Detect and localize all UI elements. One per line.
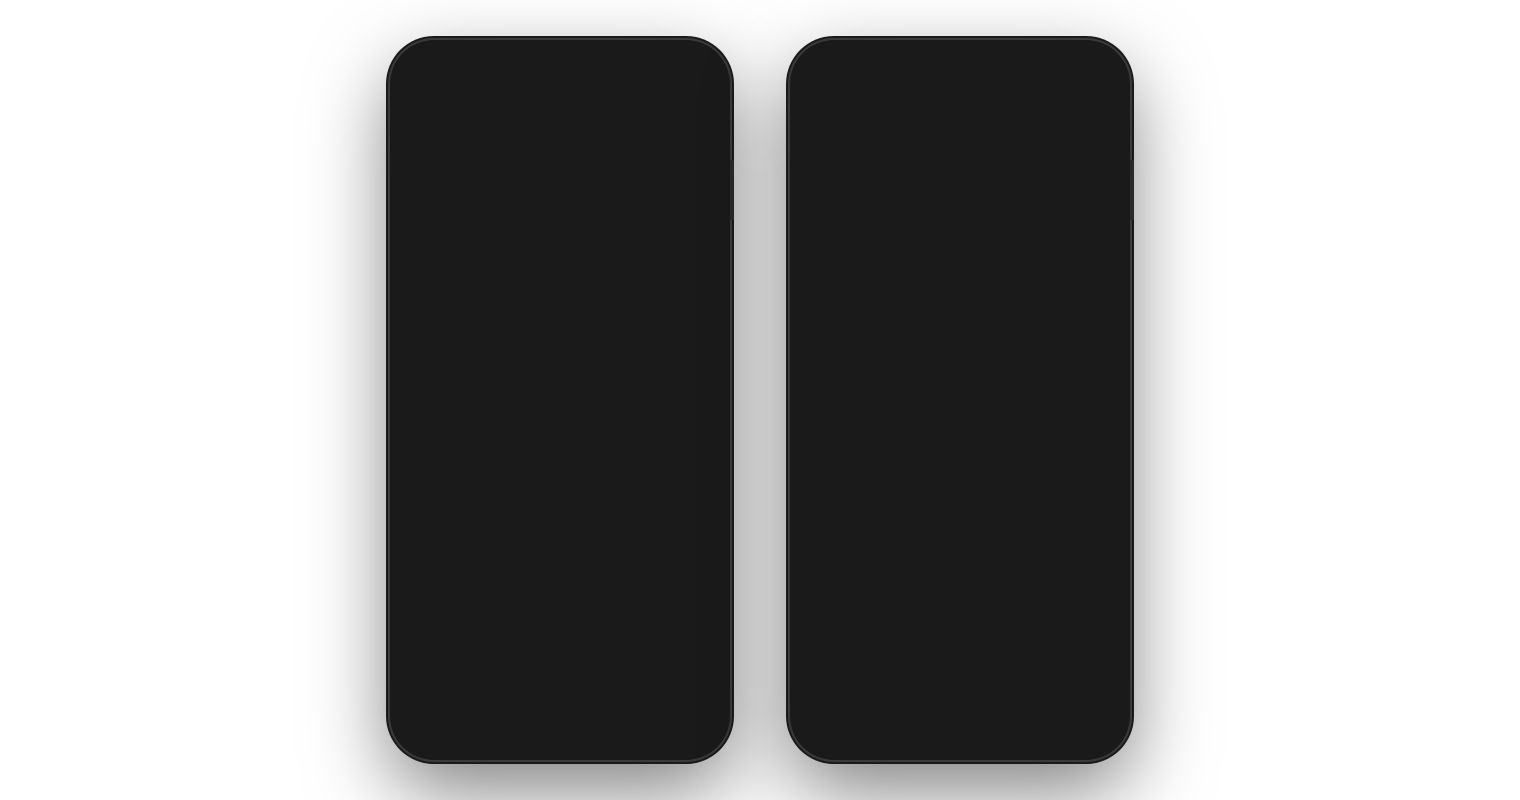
- right-screen-content: Sponsored ⌄ 👍 22K 💬 780 ➤ 52: [798, 54, 1122, 746]
- left-comment-preview: ♪ Andrius Schneid: [410, 575, 642, 611]
- right-comment-input[interactable]: Add Comment...: [822, 701, 923, 717]
- right-like-count: 22K: [1077, 396, 1099, 410]
- right-user-name-row: Paula García ✓ · Follow: [854, 551, 1014, 567]
- comment-button[interactable]: 💬: [666, 426, 710, 470]
- like-group: 👍 22K: [666, 348, 710, 410]
- left-ad-dropdown-icon[interactable]: ⌄: [645, 650, 658, 670]
- right-like-button[interactable]: 👍: [1066, 348, 1110, 392]
- right-comment-avatar: ♪: [822, 656, 846, 680]
- right-bottom-row: ♪ Vinyet Roux · Or •••: [810, 650, 1110, 686]
- right-verified-icon: ✓: [943, 552, 953, 566]
- left-privacy-label: Public: [469, 532, 502, 546]
- right-follow-button[interactable]: Follow: [970, 551, 1014, 567]
- left-avatar[interactable]: [410, 513, 446, 549]
- right-share-group: ➤ 52: [1066, 504, 1110, 566]
- left-caption: Perfect for casual lunch dates: [410, 553, 652, 571]
- phone-left: 👍 22K 💬 780 ➤ 52: [390, 40, 730, 760]
- left-music-icon: ♪: [431, 587, 437, 599]
- left-user-info: Paula García ✓ · Follow 🌐 Public Perfect: [410, 513, 652, 571]
- left-action-buttons: 👍 22K 💬 780 ➤ 52: [666, 348, 710, 566]
- left-screen-content: 👍 22K 💬 780 ➤ 52: [398, 54, 722, 746]
- right-privacy-label: Public: [869, 567, 902, 581]
- right-comment-bubble: ♪ Vinyet Roux · Or: [810, 650, 1066, 686]
- left-user-name-row: Paula García ✓ · Follow: [454, 516, 614, 532]
- left-user-name: Paula García: [454, 516, 539, 532]
- right-share-count: 52: [1081, 552, 1094, 566]
- right-like-group: 👍 22K: [1066, 348, 1110, 410]
- right-comment-bar: Add Comment...: [806, 686, 1114, 732]
- left-ad-icon: 🎄: [420, 642, 456, 678]
- right-caption: Perfect for casual lunch dates: [810, 588, 1052, 606]
- sponsored-label: Sponsored: [1018, 77, 1081, 92]
- like-button[interactable]: 👍: [666, 348, 710, 392]
- right-user-row: Paula García ✓ · Follow 🌐 Public: [810, 548, 1052, 584]
- right-user-details: Paula García ✓ · Follow 🌐 Public: [854, 551, 1014, 581]
- right-comment-count: 780: [1078, 474, 1098, 488]
- left-comment-bubble: ♪ Andrius Schneid: [410, 575, 642, 611]
- right-public-badge: 🌐 Public: [854, 567, 1014, 581]
- right-share-button[interactable]: ➤: [1066, 504, 1110, 548]
- phone-left-screen: 👍 22K 💬 780 ➤ 52: [398, 54, 722, 746]
- right-action-buttons: 👍 22K 💬 780 ➤ 52: [1066, 348, 1110, 566]
- left-user-row: Paula García ✓ · Follow 🌐 Public: [410, 513, 652, 549]
- left-user-details: Paula García ✓ · Follow 🌐 Public: [454, 516, 614, 546]
- left-comment-bar: Add Comment...: [406, 686, 714, 732]
- left-separator: ·: [559, 516, 564, 532]
- share-group: ➤ 52: [666, 504, 710, 566]
- left-ads-support-text: Ads support Paula García: [410, 618, 710, 630]
- right-separator: ·: [959, 551, 964, 567]
- right-user-info: Paula García ✓ · Follow 🌐 Public Perfect: [810, 548, 1052, 606]
- right-user-name: Paula García: [854, 551, 939, 567]
- left-ad-separator: ·: [520, 647, 528, 662]
- right-more-button[interactable]: •••: [1074, 650, 1110, 686]
- left-ads-row: Ads support Paula García 🎄 Jasper's · Sp…: [410, 618, 710, 686]
- left-more-button[interactable]: •••: [674, 642, 710, 678]
- phone-right-screen: Sponsored ⌄ 👍 22K 💬 780 ➤ 52: [798, 54, 1122, 746]
- phone-right: Sponsored ⌄ 👍 22K 💬 780 ➤ 52: [790, 40, 1130, 760]
- right-comment-text: Vinyet Roux · Or: [852, 661, 940, 675]
- left-ad-name: Jasper's · Sponsored: [464, 647, 637, 662]
- sponsored-badge: Sponsored ⌄: [1012, 74, 1102, 94]
- left-follow-button[interactable]: Follow: [570, 516, 614, 532]
- comment-count: 780: [678, 474, 698, 488]
- share-count: 52: [681, 552, 694, 566]
- right-comment-button[interactable]: 💬: [1066, 426, 1110, 470]
- comment-group: 💬 780: [666, 426, 710, 488]
- sugar-effect: [398, 54, 722, 331]
- sponsored-chevron-icon: ⌄: [1085, 76, 1096, 92]
- left-ad-info: Jasper's · Sponsored Best place to buy f…: [464, 647, 637, 674]
- left-ad-desc: Best place to buy fresh grocery...: [464, 662, 637, 674]
- share-button[interactable]: ➤: [666, 504, 710, 548]
- right-comment-group: 💬 780: [1066, 426, 1110, 488]
- right-music-icon: ♪: [831, 662, 837, 674]
- left-comment-input[interactable]: Add Comment...: [422, 701, 523, 717]
- left-comment-avatar: ♪: [422, 581, 446, 605]
- right-avatar[interactable]: [810, 548, 846, 584]
- like-count: 22K: [677, 396, 699, 410]
- left-verified-icon: ✓: [543, 517, 553, 531]
- left-ad-card[interactable]: 🎄 Jasper's · Sponsored Best place to buy…: [410, 634, 668, 686]
- phones-container: 👍 22K 💬 780 ➤ 52: [0, 0, 1520, 800]
- left-public-badge: 🌐 Public: [454, 532, 614, 546]
- left-comment-text: Andrius Schneid: [452, 586, 539, 600]
